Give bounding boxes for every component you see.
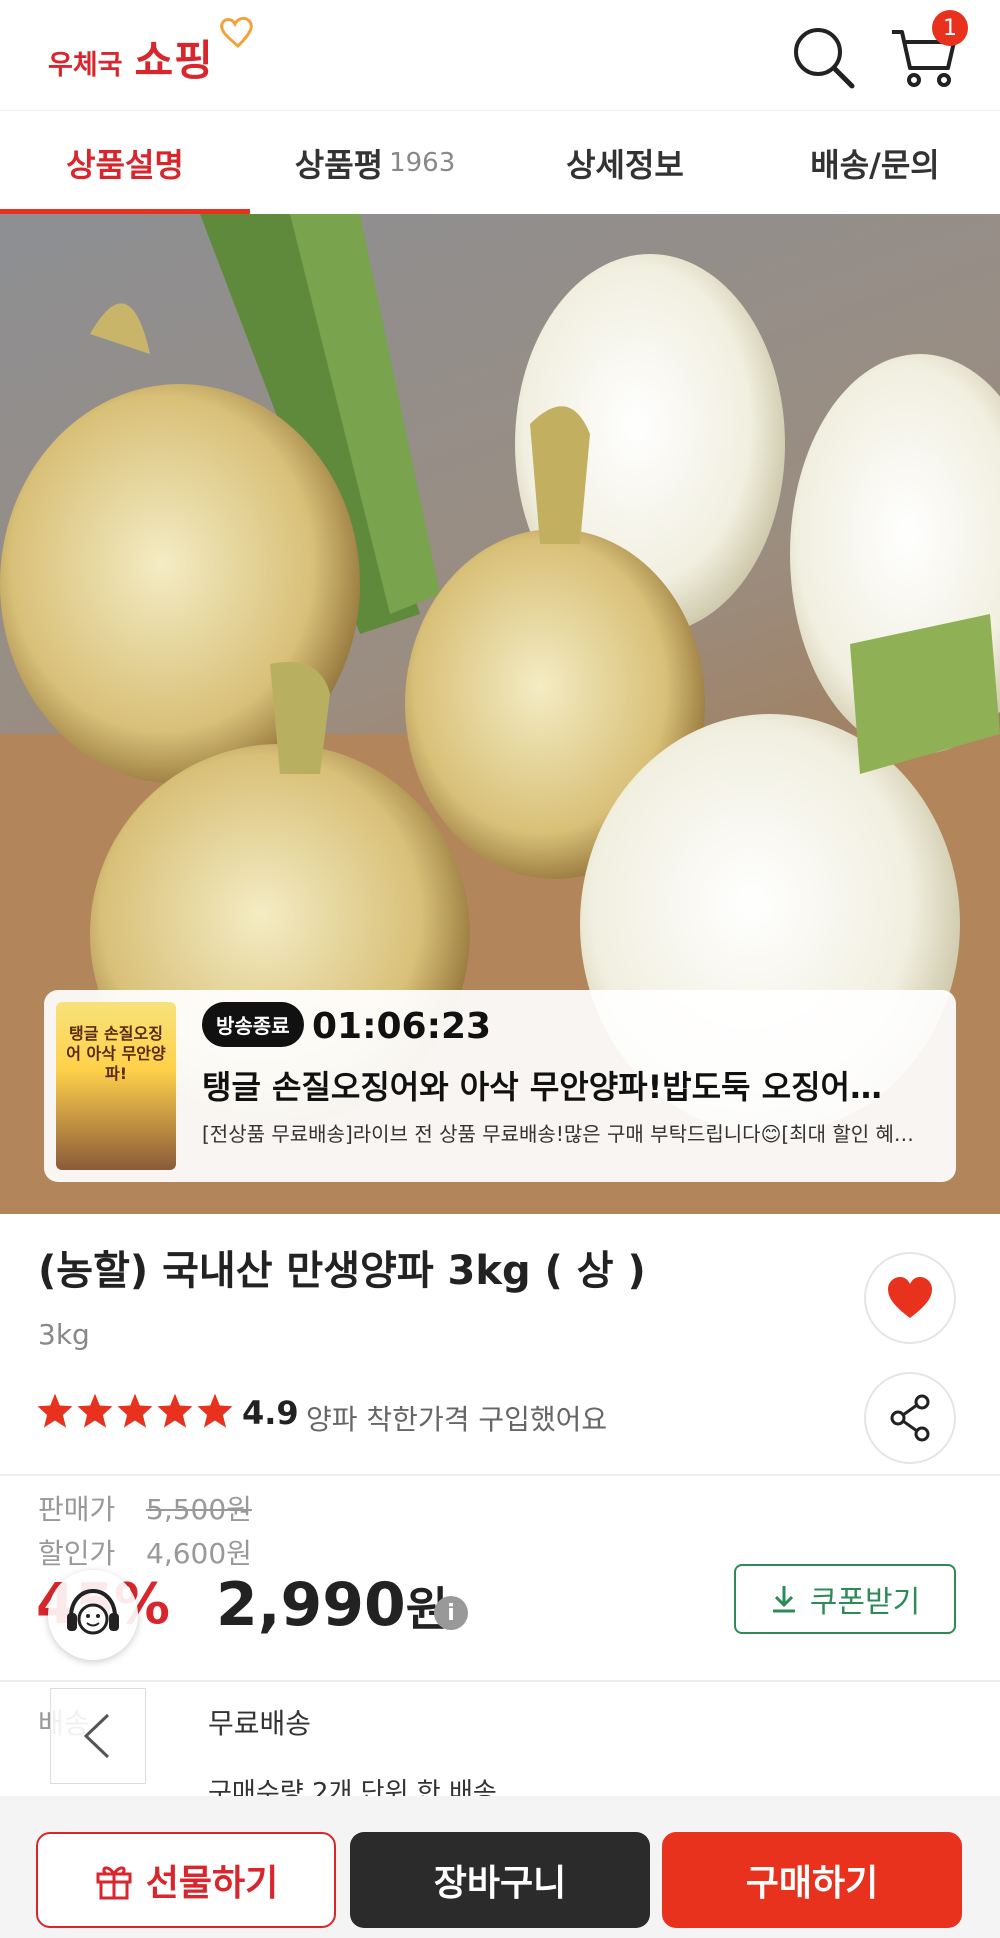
gift-label: 선물하기 — [145, 1863, 279, 1904]
divider — [0, 1474, 1000, 1476]
add-to-cart-button[interactable]: 장바구니 — [350, 1832, 650, 1928]
buy-button[interactable]: 구매하기 — [662, 1832, 962, 1928]
tab-bar: 상품설명 상품평 1963 상세정보 배송/문의 — [0, 110, 1000, 215]
price-info-icon[interactable]: i — [434, 1596, 468, 1630]
star-icon — [37, 1393, 73, 1428]
header: 우체국 쇼핑 1 — [0, 0, 1000, 110]
broadcast-ended-badge: 방송종료 — [202, 1002, 304, 1047]
wishlist-button[interactable] — [864, 1252, 956, 1344]
search-button[interactable] — [788, 22, 858, 92]
divider — [0, 1680, 1000, 1682]
tab-description[interactable]: 상품설명 — [0, 111, 250, 215]
final-price-amount: 2,990 — [216, 1570, 406, 1640]
sale-price-value: 5,500원 — [146, 1493, 252, 1526]
rating-stars — [36, 1392, 236, 1430]
gift-button[interactable]: 선물하기 — [36, 1832, 336, 1928]
heart-icon — [888, 1277, 932, 1318]
coupon-label: 쿠폰받기 — [809, 1585, 921, 1620]
rating-score: 4.9 — [242, 1394, 299, 1432]
tab-shipping-inquiry[interactable]: 배송/문의 — [750, 111, 1000, 215]
logo-heart-icon — [220, 16, 253, 49]
live-thumbnail: 탱글 손질오징어 아삭 무안양파! — [56, 1002, 176, 1170]
headset-icon — [67, 1588, 119, 1635]
cart-count-badge: 1 — [932, 10, 968, 46]
logo-big-text: 쇼핑 — [134, 36, 214, 85]
product-image[interactable]: 탱글 손질오징어 아삭 무안양파! 방송종료 01:06:23 탱글 손질오징어… — [0, 214, 1000, 1214]
discount-price-label: 할인가 — [38, 1537, 116, 1570]
customer-service-button[interactable] — [48, 1570, 138, 1660]
discount-price-value: 4,600원 — [146, 1537, 252, 1570]
search-icon — [794, 28, 855, 89]
star-icon — [117, 1393, 153, 1428]
tab-details[interactable]: 상세정보 — [500, 111, 750, 215]
star-icon — [157, 1393, 193, 1428]
tab-label: 상품평 — [294, 146, 384, 184]
tab-label: 상세정보 — [566, 146, 684, 184]
bottom-action-bar: 선물하기 장바구니 구매하기 — [0, 1796, 1000, 1938]
tab-label: 배송/문의 — [810, 146, 940, 184]
product-title: (농할) 국내산 만생양파 3kg ( 상 ) — [38, 1248, 646, 1294]
broadcast-title: 탱글 손질오징어와 아삭 무안양파!밥도둑 오징어… — [202, 1068, 882, 1106]
broadcast-subtitle: [전상품 무료배송]라이브 전 상품 무료배송!많은 구매 부탁드립니다😊[최대… — [202, 1122, 914, 1146]
cart-label: 장바구니 — [433, 1863, 567, 1904]
broadcast-time: 01:06:23 — [312, 1006, 492, 1047]
tab-label: 상품설명 — [66, 146, 184, 184]
star-icon — [77, 1393, 113, 1428]
gift-icon — [96, 1866, 132, 1900]
final-price: 2,990원 — [216, 1570, 448, 1640]
share-icon — [890, 1394, 930, 1442]
sale-price-label: 판매가 — [38, 1493, 116, 1526]
star-icon — [197, 1393, 233, 1428]
tab-reviews[interactable]: 상품평 1963 — [250, 111, 500, 215]
live-thumbnail-text: 탱글 손질오징어 아삭 무안양파! — [66, 1024, 166, 1083]
product-size: 3kg — [38, 1318, 90, 1351]
coupon-button[interactable]: 쿠폰받기 — [734, 1564, 956, 1634]
logo-small-text: 우체국 — [48, 50, 123, 81]
download-icon — [772, 1586, 795, 1613]
logo[interactable]: 우체국 쇼핑 — [48, 16, 253, 88]
share-button[interactable] — [864, 1372, 956, 1464]
live-broadcast-banner[interactable]: 탱글 손질오징어 아삭 무안양파! 방송종료 01:06:23 탱글 손질오징어… — [44, 990, 956, 1182]
back-button[interactable] — [50, 1688, 146, 1784]
chevron-left-icon — [83, 1713, 110, 1759]
buy-label: 구매하기 — [745, 1863, 879, 1904]
review-snippet[interactable]: 양파 착한가격 구입했어요 — [306, 1398, 607, 1438]
shipping-value: 무료배송 — [208, 1707, 312, 1740]
review-count: 1963 — [389, 148, 456, 178]
